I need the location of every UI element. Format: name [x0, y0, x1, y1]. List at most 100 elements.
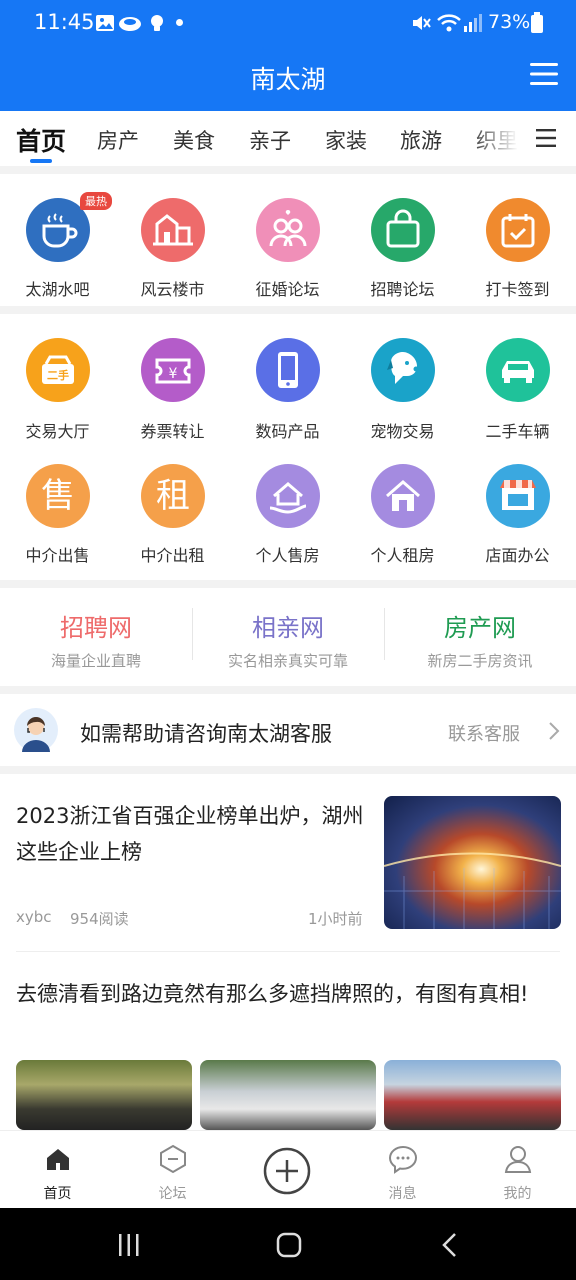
service-label: 个人售房: [255, 546, 320, 565]
article-photo: [200, 1060, 376, 1130]
nav-post[interactable]: [230, 1131, 345, 1209]
battery-icon: [531, 12, 543, 33]
nav-label: 消息: [388, 1186, 417, 1202]
nav-label: 我的: [503, 1186, 532, 1202]
portal-title: 招聘网: [60, 614, 132, 642]
menu-icon[interactable]: [530, 62, 558, 86]
status-time: 11:45: [34, 10, 95, 34]
nav-messages[interactable]: 消息: [345, 1131, 460, 1209]
home-icon: [47, 1149, 69, 1170]
portal-subtitle: 海量企业直聘: [50, 652, 141, 670]
car-icon: [486, 338, 550, 402]
chevron-right-icon: [549, 722, 560, 740]
article-reads: 954阅读: [70, 910, 129, 928]
wifi-icon: [437, 14, 461, 32]
forum-shortcuts: 太湖水吧 风云楼市 征婚论坛 招聘论坛 打卡签到 最热: [0, 174, 576, 306]
smartphone-icon: [256, 338, 320, 402]
forum-label: 太湖水吧: [25, 280, 90, 299]
app-header: 11:45 73% 南太湖: [0, 0, 576, 111]
tab-realestate[interactable]: 房产: [97, 125, 139, 155]
gallery-icon: [96, 15, 114, 31]
hot-badge: 最热: [80, 192, 112, 210]
profile-icon: [504, 1146, 532, 1173]
buildings-icon: [141, 198, 205, 262]
portal-dating[interactable]: 相亲网 实名相亲真实可靠: [192, 588, 384, 686]
portal-title: 房产网: [444, 614, 516, 642]
article-title: 去德清看到路边竟然有那么多遮挡牌照的，有图有真相!: [16, 982, 529, 1006]
service-label: 宠物交易: [370, 422, 435, 441]
back-icon[interactable]: [440, 1232, 460, 1258]
article-card[interactable]: 去德清看到路边竟然有那么多遮挡牌照的，有图有真相!: [0, 952, 576, 1130]
article-card[interactable]: 2023浙江省百强企业榜单出炉，湖州这些企业上榜 xybc 954阅读 1小时前: [0, 774, 576, 952]
currency-sign: ¥: [169, 366, 178, 382]
agent-avatar-icon: [14, 708, 58, 752]
portal-subtitle: 新房二手房资讯: [427, 652, 533, 670]
service-label: 中介出租: [140, 546, 205, 565]
portal-subtitle: 实名相亲真实可靠: [227, 652, 348, 670]
portal-title: 相亲网: [252, 614, 324, 642]
dog-icon: [371, 338, 435, 402]
portal-links: 招聘网 海量企业直聘 相亲网 实名相亲真实可靠 房产网 新房二手房资讯: [0, 588, 576, 686]
contact-service-link[interactable]: 联系客服: [448, 720, 520, 746]
service-grid: 二手 交易大厅 ¥ 券票转让 数码产品 宠物交易 二手车辆 售 中介出售 租 中…: [0, 314, 576, 580]
service-prompt: 如需帮助请咨询南太湖客服: [80, 722, 332, 746]
tabs-menu-icon[interactable]: [536, 129, 556, 147]
article-time: 1小时前: [308, 910, 363, 928]
signal-icon: [464, 14, 482, 32]
portal-property[interactable]: 房产网 新房二手房资讯: [384, 588, 576, 686]
house-hand-icon: [256, 464, 320, 528]
service-label: 店面办公: [485, 546, 550, 565]
recent-apps-icon[interactable]: [116, 1232, 142, 1258]
article-photo: [16, 1060, 192, 1130]
forum-label: 打卡签到: [485, 280, 550, 299]
calendar-check-icon: [486, 198, 550, 262]
home-button-icon[interactable]: [276, 1232, 302, 1258]
status-bar: 11:45 73%: [0, 0, 576, 48]
chat-bubble-icon: [388, 1145, 418, 1174]
service-label: 数码产品: [255, 422, 320, 441]
plus-circle-icon: [263, 1147, 311, 1195]
nav-home[interactable]: 首页: [0, 1131, 115, 1209]
mute-icon: [413, 16, 431, 30]
customer-service-bar[interactable]: 如需帮助请咨询南太湖客服 联系客服: [0, 694, 576, 766]
article-thumbnail: [384, 796, 561, 929]
service-label: 交易大厅: [25, 422, 90, 441]
bottom-navigation: 首页 论坛 消息 我的: [0, 1130, 576, 1208]
cloud-icon: [119, 17, 141, 31]
channel-tabs: 首页 房产 美食 亲子 家装 旅游 织里: [0, 111, 576, 166]
tabs-fade: [470, 111, 530, 166]
nav-label: 论坛: [158, 1186, 187, 1202]
portal-jobs[interactable]: 招聘网 海量企业直聘: [0, 588, 192, 686]
rent-char-icon: 租: [141, 464, 205, 528]
couple-icon: [256, 198, 320, 262]
briefcase-icon: [371, 198, 435, 262]
article-title: 2023浙江省百强企业榜单出炉，湖州这些企业上榜: [16, 804, 364, 864]
forum-label: 征婚论坛: [255, 280, 320, 299]
bulb-icon: [151, 15, 163, 31]
notification-dot: [176, 19, 183, 26]
article-author: xybc: [16, 908, 52, 926]
tab-parenting[interactable]: 亲子: [249, 125, 291, 155]
secondhand-tag: 二手: [47, 368, 69, 382]
article-feed: 2023浙江省百强企业榜单出炉，湖州这些企业上榜 xybc 954阅读 1小时前…: [0, 774, 576, 1130]
nav-profile[interactable]: 我的: [460, 1131, 575, 1209]
battery-percent: 73%: [488, 11, 531, 33]
tab-home[interactable]: 首页: [16, 122, 66, 158]
house-icon: [371, 464, 435, 528]
forum-label: 风云楼市: [140, 280, 205, 299]
tab-travel[interactable]: 旅游: [400, 125, 442, 155]
page-title: 南太湖: [250, 65, 326, 94]
system-navigation-bar: [0, 1208, 576, 1280]
tab-decor[interactable]: 家装: [325, 125, 367, 155]
storefront-icon: [486, 464, 550, 528]
nav-label: 首页: [43, 1186, 72, 1202]
nav-forum[interactable]: 论坛: [115, 1131, 230, 1209]
service-label: 个人租房: [370, 546, 435, 565]
secondhand-box-icon: 二手: [26, 338, 90, 402]
tab-food[interactable]: 美食: [173, 125, 215, 155]
service-label: 中介出售: [25, 546, 90, 565]
article-photo: [384, 1060, 561, 1130]
service-label: 券票转让: [140, 422, 205, 441]
service-label: 二手车辆: [485, 422, 550, 441]
forum-label: 招聘论坛: [370, 280, 435, 299]
